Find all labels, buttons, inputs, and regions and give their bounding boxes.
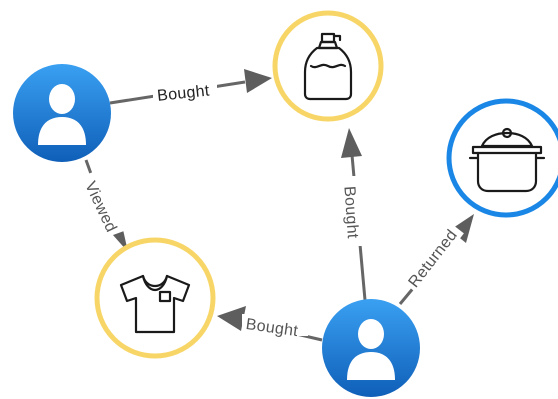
product-node-bottle[interactable] [272, 10, 384, 122]
edge-bought-customer2-bottle: Bought [340, 128, 367, 301]
edge-viewed-customer1-shirt: Viewed [73, 159, 128, 252]
edge-bought-customer1-bottle: Bought [109, 69, 272, 105]
edge-returned-customer2-pot: Returned [398, 214, 474, 305]
product-node-shirt[interactable] [94, 237, 216, 359]
edge-bought-customer2-shirt: Bought [217, 306, 323, 342]
product-node-pot[interactable] [446, 98, 558, 218]
graph-diagram: Bought Viewed Bought Bought Returned [13, 10, 558, 397]
customer-node[interactable] [13, 64, 111, 162]
customer-node[interactable] [322, 299, 420, 397]
